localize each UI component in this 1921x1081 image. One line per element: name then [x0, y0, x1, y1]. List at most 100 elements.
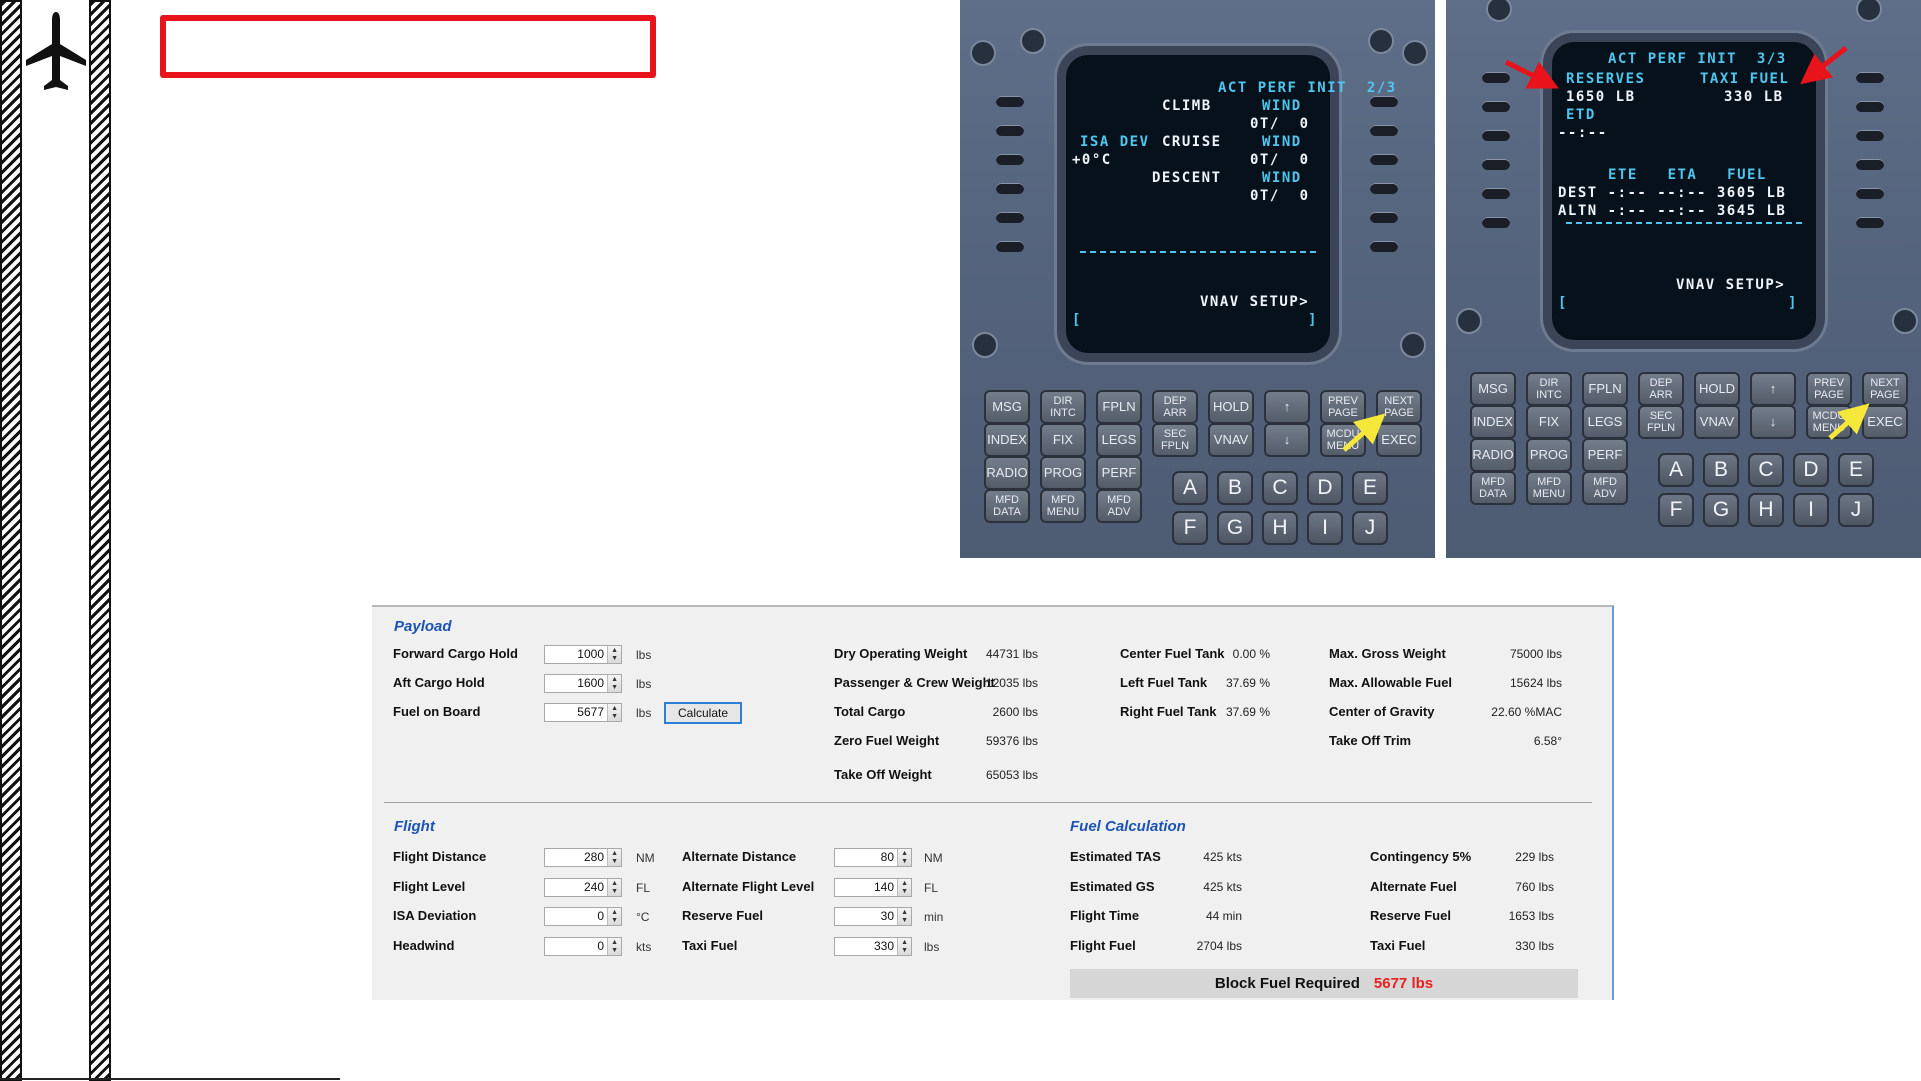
key-mcdu-menu[interactable]: MCDU MENU	[1806, 405, 1852, 439]
key-perf[interactable]: PERF	[1096, 456, 1142, 490]
aft-cargo-input[interactable]: 1600 ▲ ▼	[544, 674, 622, 693]
line-select-key-left-5[interactable]	[1482, 188, 1510, 199]
key-letter-f[interactable]: F	[1172, 511, 1208, 545]
key-fix[interactable]: FIX	[1526, 405, 1572, 439]
key-sec-fpln[interactable]: SEC FPLN	[1638, 405, 1684, 439]
line-select-key-right-3[interactable]	[1370, 154, 1398, 165]
headwind-input[interactable]: 0 ▲ ▼	[544, 936, 622, 956]
flight-level-input[interactable]: 240 ▲ ▼	[544, 877, 622, 897]
key-mfd-menu[interactable]: MFD MENU	[1526, 471, 1572, 505]
key-radio[interactable]: RADIO	[984, 456, 1030, 490]
key-letter-g[interactable]: G	[1217, 511, 1253, 545]
line-select-key-right-6[interactable]	[1856, 217, 1884, 228]
key-letter-e[interactable]: E	[1352, 471, 1388, 505]
key-[interactable]: ↑	[1264, 390, 1310, 424]
key-legs[interactable]: LEGS	[1582, 405, 1628, 439]
line-select-key-right-4[interactable]	[1856, 159, 1884, 170]
key-fpln[interactable]: FPLN	[1582, 372, 1628, 406]
key-exec[interactable]: EXEC	[1862, 405, 1908, 439]
line-select-key-left-3[interactable]	[996, 154, 1024, 165]
key-letter-a[interactable]: A	[1172, 471, 1208, 505]
key-sec-fpln[interactable]: SEC FPLN	[1152, 423, 1198, 457]
alternate-distance-input[interactable]: 80 ▲ ▼	[834, 848, 912, 867]
line-select-key-right-4[interactable]	[1370, 183, 1398, 194]
key-perf[interactable]: PERF	[1582, 438, 1628, 472]
key-letter-h[interactable]: H	[1262, 511, 1298, 545]
key-prev-page[interactable]: PREV PAGE	[1806, 372, 1852, 406]
key-letter-j[interactable]: J	[1838, 493, 1874, 527]
key-[interactable]: ↓	[1264, 423, 1310, 457]
key-letter-b[interactable]: B	[1217, 471, 1253, 505]
line-select-key-left-2[interactable]	[996, 125, 1024, 136]
line-select-key-right-5[interactable]	[1856, 188, 1884, 199]
key-[interactable]: ↓	[1750, 405, 1796, 439]
key-letter-g[interactable]: G	[1703, 493, 1739, 527]
key-hold[interactable]: HOLD	[1694, 372, 1740, 406]
line-select-key-right-1[interactable]	[1856, 72, 1884, 83]
flight-distance-input[interactable]: 280 ▲ ▼	[544, 848, 622, 867]
key-mcdu-menu[interactable]: MCDU MENU	[1320, 423, 1366, 457]
key-prog[interactable]: PROG	[1526, 438, 1572, 472]
key-letter-f[interactable]: F	[1658, 493, 1694, 527]
line-select-key-left-5[interactable]	[996, 212, 1024, 223]
key-letter-b[interactable]: B	[1703, 453, 1739, 487]
line-select-key-left-1[interactable]	[1482, 72, 1510, 83]
key-dir-intc[interactable]: DIR INTC	[1040, 390, 1086, 424]
key-next-page[interactable]: NEXT PAGE	[1376, 390, 1422, 424]
key-prev-page[interactable]: PREV PAGE	[1320, 390, 1366, 424]
fuel-on-board-input[interactable]: 5677 ▲ ▼	[544, 703, 622, 722]
key-[interactable]: ↑	[1750, 372, 1796, 406]
key-letter-c[interactable]: C	[1748, 453, 1784, 487]
key-letter-i[interactable]: I	[1793, 493, 1829, 527]
line-select-key-left-3[interactable]	[1482, 130, 1510, 141]
line-select-key-right-1[interactable]	[1370, 96, 1398, 107]
key-exec[interactable]: EXEC	[1376, 423, 1422, 457]
key-hold[interactable]: HOLD	[1208, 390, 1254, 424]
key-msg[interactable]: MSG	[1470, 372, 1516, 406]
key-dep-arr[interactable]: DEP ARR	[1152, 390, 1198, 424]
key-index[interactable]: INDEX	[1470, 405, 1516, 439]
key-dep-arr[interactable]: DEP ARR	[1638, 372, 1684, 406]
line-select-key-left-6[interactable]	[1482, 217, 1510, 228]
key-fix[interactable]: FIX	[1040, 423, 1086, 457]
alternate-flight-level-input[interactable]: 140 ▲ ▼	[834, 877, 912, 897]
key-mfd-data[interactable]: MFD DATA	[1470, 471, 1516, 505]
forward-cargo-input[interactable]: 1000 ▲ ▼	[544, 645, 622, 664]
line-select-key-right-5[interactable]	[1370, 212, 1398, 223]
key-letter-d[interactable]: D	[1307, 471, 1343, 505]
line-select-key-right-2[interactable]	[1370, 125, 1398, 136]
key-mfd-adv[interactable]: MFD ADV	[1582, 471, 1628, 505]
line-select-key-right-2[interactable]	[1856, 101, 1884, 112]
key-letter-a[interactable]: A	[1658, 453, 1694, 487]
line-select-key-left-4[interactable]	[1482, 159, 1510, 170]
key-letter-i[interactable]: I	[1307, 511, 1343, 545]
line-select-key-right-3[interactable]	[1856, 130, 1884, 141]
key-letter-j[interactable]: J	[1352, 511, 1388, 545]
key-vnav[interactable]: VNAV	[1208, 423, 1254, 457]
key-vnav[interactable]: VNAV	[1694, 405, 1740, 439]
calculate-button[interactable]: Calculate	[664, 702, 742, 724]
key-msg[interactable]: MSG	[984, 390, 1030, 424]
reserve-fuel-input[interactable]: 30 ▲ ▼	[834, 907, 912, 926]
taxi-fuel-input[interactable]: 330 ▲ ▼	[834, 936, 912, 956]
key-index[interactable]: INDEX	[984, 423, 1030, 457]
key-letter-d[interactable]: D	[1793, 453, 1829, 487]
line-select-key-left-6[interactable]	[996, 241, 1024, 252]
line-select-key-left-1[interactable]	[996, 96, 1024, 107]
key-mfd-menu[interactable]: MFD MENU	[1040, 489, 1086, 523]
line-select-key-left-4[interactable]	[996, 183, 1024, 194]
line-select-key-left-2[interactable]	[1482, 101, 1510, 112]
key-mfd-data[interactable]: MFD DATA	[984, 489, 1030, 523]
key-legs[interactable]: LEGS	[1096, 423, 1142, 457]
key-radio[interactable]: RADIO	[1470, 438, 1516, 472]
key-next-page[interactable]: NEXT PAGE	[1862, 372, 1908, 406]
key-dir-intc[interactable]: DIR INTC	[1526, 372, 1572, 406]
line-select-key-right-6[interactable]	[1370, 241, 1398, 252]
key-letter-e[interactable]: E	[1838, 453, 1874, 487]
key-fpln[interactable]: FPLN	[1096, 390, 1142, 424]
key-mfd-adv[interactable]: MFD ADV	[1096, 489, 1142, 523]
key-letter-h[interactable]: H	[1748, 493, 1784, 527]
key-letter-c[interactable]: C	[1262, 471, 1298, 505]
isa-deviation-input[interactable]: 0 ▲ ▼	[544, 907, 622, 926]
key-prog[interactable]: PROG	[1040, 456, 1086, 490]
